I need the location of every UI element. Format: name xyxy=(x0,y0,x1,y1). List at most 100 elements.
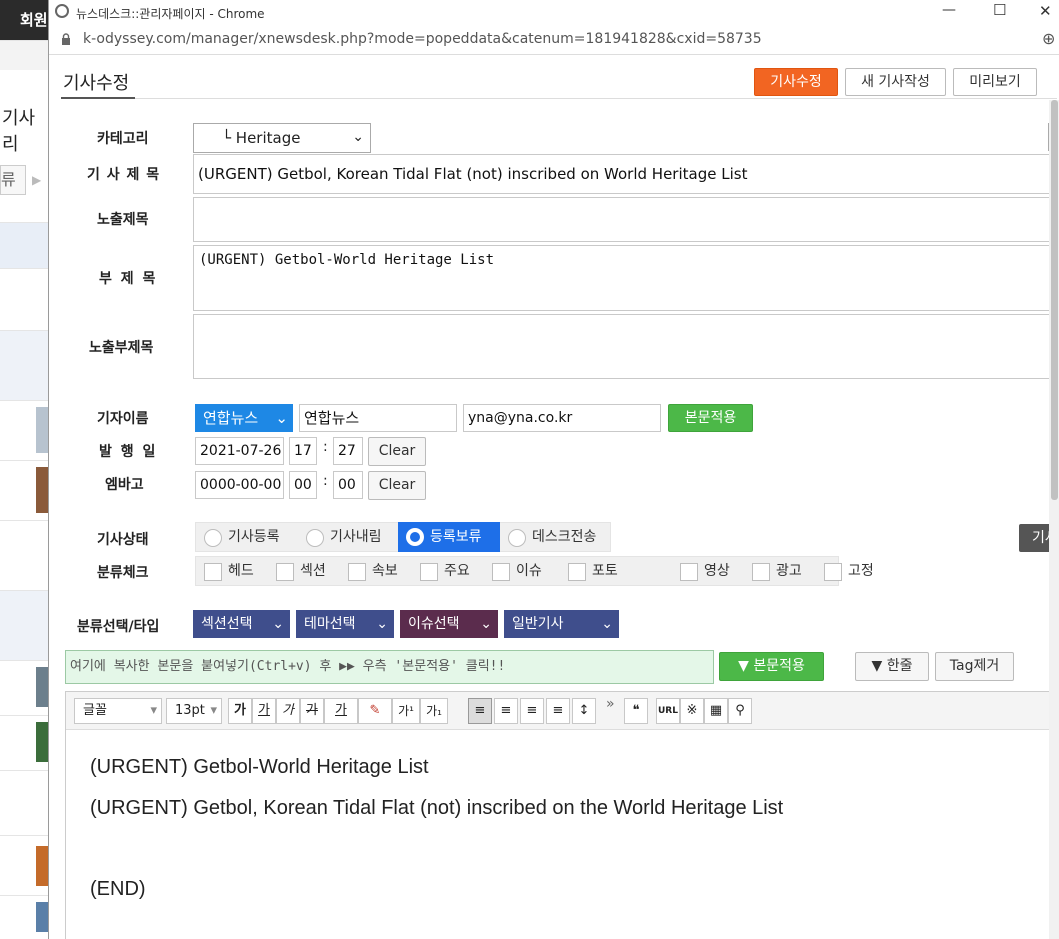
category-select[interactable]: └ Heritage ⌄ xyxy=(193,123,371,153)
url-button[interactable]: URL xyxy=(656,698,680,724)
embargo-label: 엠바고 xyxy=(105,477,144,493)
quote-button[interactable]: ❝ xyxy=(624,698,648,724)
article-type-select[interactable]: 일반기사 ⌄ xyxy=(504,610,619,638)
background-page-title: 기사리 xyxy=(2,108,36,155)
article-title-input[interactable]: (URGENT) Getbol, Korean Tidal Flat (not)… xyxy=(193,154,1059,194)
status-option-desk-send[interactable]: 데스크전송 xyxy=(504,523,610,551)
align-right-button[interactable]: ≡ xyxy=(520,698,544,724)
scrollbar-thumb[interactable] xyxy=(1051,100,1058,500)
background-row xyxy=(0,330,50,400)
check-pinned[interactable]: 고정 xyxy=(824,557,894,585)
theme-select-value: 테마선택 xyxy=(304,616,356,632)
section-select[interactable]: 섹션선택 ⌄ xyxy=(193,610,290,638)
find-button[interactable]: ⚲ xyxy=(728,698,752,724)
check-label: 섹션 xyxy=(300,563,326,579)
status-option-registered[interactable]: 기사등록 xyxy=(196,523,298,551)
publish-minute-input[interactable]: 27 xyxy=(333,437,363,465)
align-center-button[interactable]: ≡ xyxy=(494,698,518,724)
underline-button[interactable]: 가 xyxy=(252,698,276,724)
embargo-date-input[interactable]: 0000-00-00 xyxy=(195,471,284,499)
theme-select[interactable]: 테마선택 ⌄ xyxy=(296,610,394,638)
background-app-header: 회원 xyxy=(0,0,50,40)
table-button[interactable]: ▦ xyxy=(704,698,728,724)
chevron-down-icon: ⌄ xyxy=(601,616,613,632)
paste-apply-button[interactable]: ▼ 본문적용 xyxy=(719,652,824,681)
font-color-button[interactable]: 가 xyxy=(324,698,358,724)
maximize-button[interactable]: ☐ xyxy=(993,1,1006,19)
new-article-button[interactable]: 새 기사작성 xyxy=(845,68,946,96)
background-row xyxy=(0,400,50,460)
check-video-item[interactable]: 영상 xyxy=(680,557,750,585)
single-line-button[interactable]: ▼ 한줄 xyxy=(855,652,929,681)
subtitle-textarea[interactable]: (URGENT) Getbol-World Heritage List xyxy=(193,245,1059,311)
preview-button[interactable]: 미리보기 xyxy=(953,68,1037,96)
embargo-clear-button[interactable]: Clear xyxy=(368,471,426,500)
italic-button[interactable]: 가 xyxy=(276,698,300,724)
paste-textarea[interactable]: 여기에 복사한 본문을 붙여넣기(Ctrl+v) 후 ▶▶ 우측 '본문적용' … xyxy=(65,650,714,684)
editor-line: (URGENT) Getbol, Korean Tidal Flat (not)… xyxy=(90,797,784,819)
check-main[interactable]: 주요 xyxy=(412,557,482,585)
background-row xyxy=(0,222,50,268)
publish-clear-button[interactable]: Clear xyxy=(368,437,426,466)
background-row xyxy=(0,835,50,895)
line-height-button[interactable]: ↕ xyxy=(572,698,596,724)
status-radio-group: 기사등록 기사내림 등록보류 데스크전송 xyxy=(195,522,611,552)
bold-button[interactable]: 가 xyxy=(228,698,252,724)
font-size-select[interactable]: 13pt ▾ xyxy=(166,698,222,724)
page-title: 기사수정 xyxy=(63,73,130,94)
background-button[interactable]: 류 xyxy=(0,165,26,195)
embargo-hour-input[interactable]: 00 xyxy=(289,471,317,499)
check-head[interactable]: 헤드 xyxy=(196,557,266,585)
check-ad[interactable]: 광고 xyxy=(752,557,822,585)
publish-date-label: 발 행 일 xyxy=(99,444,158,460)
chevron-down-icon: ⌄ xyxy=(272,616,284,632)
tag-remove-button[interactable]: Tag제거 xyxy=(935,652,1014,681)
check-photo[interactable]: 포토 xyxy=(556,557,626,585)
close-button[interactable]: ✕ xyxy=(1039,2,1052,20)
chevron-down-icon: ⌄ xyxy=(352,129,364,145)
publish-hour-input[interactable]: 17 xyxy=(289,437,317,465)
display-title-input[interactable] xyxy=(193,197,1059,242)
editor-body[interactable]: (URGENT) Getbol-World Heritage List (URG… xyxy=(66,730,1059,939)
status-option-taken-down[interactable]: 기사내림 xyxy=(302,523,398,551)
caret-down-icon: ▾ xyxy=(210,703,217,718)
reporter-name-input[interactable]: 연합뉴스 xyxy=(299,404,457,432)
check-breaking[interactable]: 속보 xyxy=(340,557,410,585)
reporter-apply-button[interactable]: 본문적용 xyxy=(668,404,753,432)
scrollbar[interactable] xyxy=(1049,100,1059,939)
subscript-button[interactable]: 가₁ xyxy=(420,698,448,724)
check-section[interactable]: 섹션 xyxy=(268,557,338,585)
superscript-button[interactable]: 가¹ xyxy=(392,698,420,724)
highlight-button[interactable]: ✎ xyxy=(358,698,392,724)
zoom-icon[interactable]: ⊕ xyxy=(1042,29,1055,48)
background-row xyxy=(0,660,50,715)
publish-date-input[interactable]: 2021-07-26 xyxy=(195,437,284,465)
minimize-button[interactable]: — xyxy=(942,2,956,18)
special-char-button[interactable]: ※ xyxy=(680,698,704,724)
font-family-select[interactable]: 글꼴 ▾ xyxy=(74,698,162,724)
article-edit-page: 기사수정 기사수정 새 기사작성 미리보기 카테고리 └ Heritage ⌄ … xyxy=(49,55,1059,939)
display-subtitle-textarea[interactable] xyxy=(193,314,1059,379)
classification-label: 분류선택/타입 xyxy=(77,619,160,635)
reporter-select[interactable]: 연합뉴스 ⌄ xyxy=(195,404,293,432)
edit-article-button[interactable]: 기사수정 xyxy=(754,68,838,96)
address-bar[interactable]: k-odyssey.com/manager/xnewsdesk.php?mode… xyxy=(49,25,1059,55)
display-subtitle-label: 노출부제목 xyxy=(89,340,154,356)
more-tools-button[interactable]: » xyxy=(606,696,615,712)
checkbox-icon xyxy=(568,563,586,581)
status-option-on-hold[interactable]: 등록보류 xyxy=(398,522,500,552)
issue-select[interactable]: 이슈선택 ⌄ xyxy=(400,610,498,638)
strikethrough-button[interactable]: 가 xyxy=(300,698,324,724)
background-row xyxy=(0,715,50,770)
checkbox-icon xyxy=(680,563,698,581)
embargo-minute-input[interactable]: 00 xyxy=(333,471,363,499)
align-left-button[interactable]: ≡ xyxy=(468,698,492,724)
chevron-down-icon: ⌄ xyxy=(480,616,492,632)
section-select-value: 섹션선택 xyxy=(201,616,253,632)
issue-select-value: 이슈선택 xyxy=(408,616,460,632)
category-select-value: └ Heritage xyxy=(222,129,301,147)
reporter-email-input[interactable]: yna@yna.co.kr xyxy=(463,404,661,432)
check-issue[interactable]: 이슈 xyxy=(484,557,554,585)
url-text[interactable]: k-odyssey.com/manager/xnewsdesk.php?mode… xyxy=(83,31,762,47)
align-justify-button[interactable]: ≡ xyxy=(546,698,570,724)
